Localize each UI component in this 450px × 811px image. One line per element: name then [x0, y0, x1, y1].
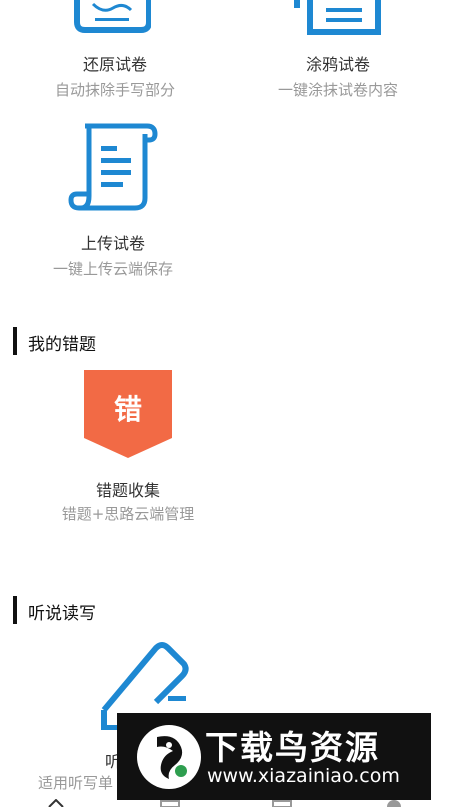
tool-title-restore[interactable]: 还原试卷	[40, 51, 190, 75]
tool-title-doodle[interactable]: 涂鸦试卷	[263, 51, 413, 75]
mistake-badge-icon[interactable]: 错	[84, 370, 172, 458]
section-marker-listen-speak	[13, 596, 17, 624]
mistake-collect-subtitle: 错题+思路云端管理	[61, 505, 195, 523]
tab-profile-icon[interactable]	[385, 792, 403, 811]
tab-book-icon[interactable]	[160, 792, 180, 808]
watermark-url: www.xiazainiao.com	[207, 765, 400, 787]
section-title-mistakes: 我的错题	[28, 335, 96, 355]
section-marker-mistakes	[13, 327, 17, 355]
tab-doc-icon[interactable]	[272, 792, 292, 808]
watermark-name: 下载鸟资源	[205, 728, 380, 767]
tool-subtitle-restore: 自动抹除手写部分	[54, 81, 175, 99]
watermark-banner: 下载鸟资源 www.xiazainiao.com	[117, 713, 431, 800]
tool-subtitle-upload: 一键上传云端保存	[52, 260, 173, 278]
tab-home-icon[interactable]	[48, 792, 64, 808]
mistake-badge-label: 错	[113, 393, 142, 426]
bird-logo-icon	[135, 723, 203, 791]
doodle-paper-icon[interactable]	[292, 0, 384, 36]
section-title-listen-speak: 听说读写	[28, 604, 96, 624]
mistake-collect-title[interactable]: 错题收集	[53, 477, 203, 501]
upload-paper-icon[interactable]	[67, 120, 161, 215]
tool-subtitle-doodle: 一键涂抹试卷内容	[277, 81, 398, 99]
bottom-tab-bar	[0, 792, 450, 811]
tool-title-upload[interactable]: 上传试卷	[38, 230, 188, 254]
restore-paper-icon[interactable]	[73, 0, 151, 33]
